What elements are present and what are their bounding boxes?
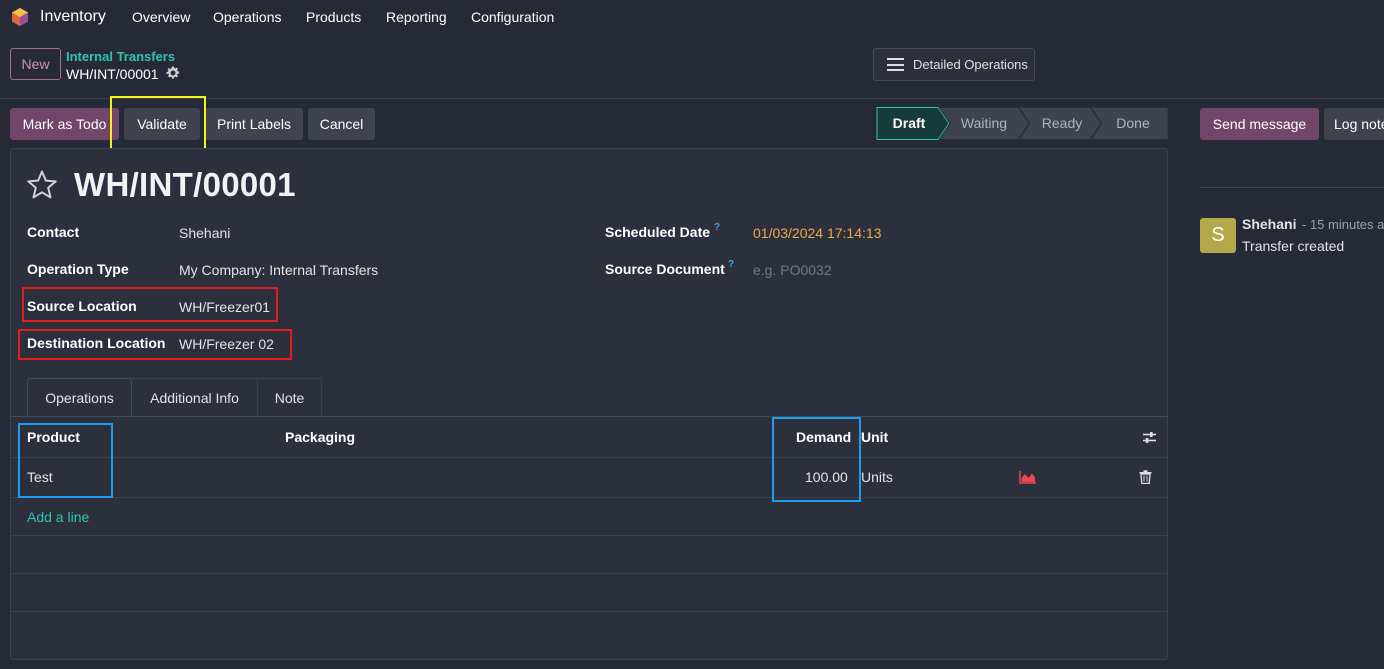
print-labels-button[interactable]: Print Labels [205,108,303,140]
trash-icon[interactable] [1139,470,1152,484]
row-divider [11,497,1167,498]
new-button[interactable]: New [10,48,61,80]
source-document-field[interactable]: e.g. PO0032 [753,262,832,278]
app-logo-icon[interactable] [10,7,30,27]
stage-ready-label: Ready [1042,115,1082,131]
source-location-label: Source Location [27,298,137,314]
tabs-divider [11,416,1167,417]
contact-field[interactable]: Shehani [179,225,230,241]
stage-draft-label: Draft [893,115,926,131]
settings-sliders-icon[interactable] [1142,430,1157,445]
message-body: Transfer created [1242,238,1345,254]
breadcrumb-current: WH/INT/00001 [66,66,159,82]
stage-waiting-label: Waiting [961,115,1007,131]
top-navbar: Inventory Overview Operations Products R… [0,0,1384,35]
column-unit[interactable]: Unit [861,429,888,445]
breadcrumb-internal-transfers[interactable]: Internal Transfers [66,49,175,64]
cancel-button[interactable]: Cancel [308,108,375,140]
destination-location-field[interactable]: WH/Freezer 02 [179,336,274,352]
star-icon[interactable] [26,169,58,201]
source-document-help[interactable]: ? [728,259,734,270]
gear-icon[interactable] [166,66,180,80]
detailed-operations-label: Detailed Operations [913,57,1028,72]
column-packaging[interactable]: Packaging [285,429,355,445]
contact-label: Contact [27,224,80,240]
menu-products[interactable]: Products [306,9,361,25]
log-note-button[interactable]: Log note [1324,108,1384,140]
scheduled-date-field[interactable]: 01/03/2024 17:14:13 [753,225,881,241]
stage-done[interactable]: Done [1090,107,1168,140]
cell-unit[interactable]: Units [861,469,893,485]
mark-as-todo-button[interactable]: Mark as Todo [10,108,119,140]
stage-waiting[interactable]: Waiting [938,107,1030,140]
scheduled-date-label: Scheduled Date [605,224,711,240]
menu-reporting[interactable]: Reporting [386,9,447,25]
operation-type-field[interactable]: My Company: Internal Transfers [179,262,378,278]
tab-operations[interactable]: Operations [27,378,132,417]
column-product[interactable]: Product [27,429,80,445]
empty-row-divider-1 [11,535,1167,536]
header-divider [11,457,1167,458]
control-panel: New Internal Transfers WH/INT/00001 Deta… [0,35,1384,99]
tab-additional-info[interactable]: Additional Info [132,378,258,417]
cell-product[interactable]: Test [27,469,53,485]
stage-draft[interactable]: Draft [876,107,950,140]
message-author[interactable]: Shehani [1242,216,1296,232]
scheduled-date-help[interactable]: ? [714,222,720,233]
send-message-button[interactable]: Send message [1200,108,1319,140]
column-demand[interactable]: Demand [796,429,851,445]
validate-button[interactable]: Validate [124,108,200,140]
menu-configuration[interactable]: Configuration [471,9,554,25]
destination-location-label: Destination Location [27,335,166,351]
add-line-link[interactable]: Add a line [27,509,89,525]
message-time: - 15 minutes ago [1302,217,1384,232]
source-document-label: Source Document [605,261,725,277]
avatar[interactable]: S [1200,218,1236,253]
status-bar: Draft Waiting Ready Done [876,107,1168,140]
empty-row-divider-3 [11,611,1167,612]
menu-operations[interactable]: Operations [213,9,281,25]
hamburger-icon [887,58,904,71]
app-name[interactable]: Inventory [40,8,106,26]
cell-demand[interactable]: 100.00 [805,469,848,485]
tab-note[interactable]: Note [258,378,322,417]
operation-type-label: Operation Type [27,261,129,277]
empty-row-divider-2 [11,573,1167,574]
forecast-chart-icon[interactable] [1019,470,1037,484]
chatter-divider [1200,187,1384,188]
source-location-field[interactable]: WH/Freezer01 [179,299,270,315]
detailed-operations-button[interactable]: Detailed Operations [873,48,1035,81]
record-title: WH/INT/00001 [74,166,296,203]
stage-done-label: Done [1116,115,1150,131]
menu-overview[interactable]: Overview [132,9,190,25]
stage-ready[interactable]: Ready [1018,107,1102,140]
